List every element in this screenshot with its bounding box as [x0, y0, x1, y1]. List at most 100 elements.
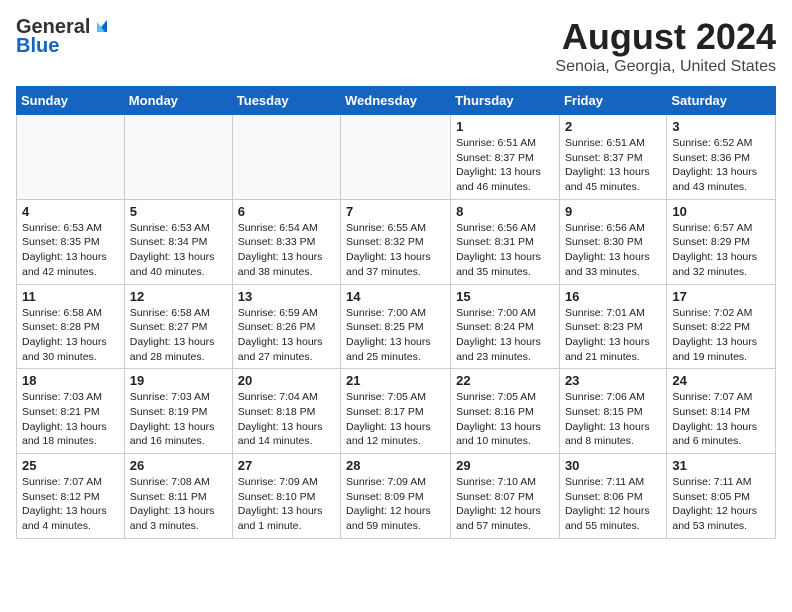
col-tuesday: Tuesday — [232, 87, 340, 115]
cell-content: Sunrise: 7:03 AM Sunset: 8:21 PM Dayligh… — [22, 390, 119, 449]
cell-content: Sunrise: 6:58 AM Sunset: 8:27 PM Dayligh… — [130, 306, 227, 365]
day-number: 20 — [238, 373, 335, 388]
day-number: 5 — [130, 204, 227, 219]
cell-content: Sunrise: 7:05 AM Sunset: 8:16 PM Dayligh… — [456, 390, 554, 449]
calendar-cell: 28 Sunrise: 7:09 AM Sunset: 8:09 PM Dayli… — [341, 454, 451, 539]
day-number: 15 — [456, 289, 554, 304]
week-row-2: 4Sunrise: 6:53 AM Sunset: 8:35 PM Daylig… — [17, 199, 776, 284]
cell-content: Sunrise: 7:07 AM Sunset: 8:12 PM Dayligh… — [22, 475, 119, 534]
calendar-cell: 8Sunrise: 6:56 AM Sunset: 8:31 PM Daylig… — [451, 199, 560, 284]
day-number: 25 — [22, 458, 119, 473]
title-area: August 2024 Senoia, Georgia, United Stat… — [555, 16, 776, 76]
day-number: 18 — [22, 373, 119, 388]
col-monday: Monday — [124, 87, 232, 115]
day-number: 30 — [565, 458, 661, 473]
day-number: 2 — [565, 119, 661, 134]
cell-content: Sunrise: 6:51 AM Sunset: 8:37 PM Dayligh… — [565, 136, 661, 195]
col-friday: Friday — [559, 87, 666, 115]
calendar-cell: 2 Sunrise: 6:51 AM Sunset: 8:37 PM Daylig… — [559, 115, 666, 200]
calendar-cell: 11 Sunrise: 6:58 AM Sunset: 8:28 PM Dayli… — [17, 284, 125, 369]
col-saturday: Saturday — [667, 87, 776, 115]
cell-content: Sunrise: 6:52 AM Sunset: 8:36 PM Dayligh… — [672, 136, 770, 195]
cell-content: Sunrise: 7:00 AM Sunset: 8:24 PM Dayligh… — [456, 306, 554, 365]
day-number: 12 — [130, 289, 227, 304]
day-number: 13 — [238, 289, 335, 304]
calendar-cell: 30Sunrise: 7:11 AM Sunset: 8:06 PM Dayli… — [559, 454, 666, 539]
calendar-cell: 14Sunrise: 7:00 AM Sunset: 8:25 PM Dayli… — [341, 284, 451, 369]
day-number: 26 — [130, 458, 227, 473]
col-sunday: Sunday — [17, 87, 125, 115]
cell-content: Sunrise: 7:02 AM Sunset: 8:22 PM Dayligh… — [672, 306, 770, 365]
calendar-cell: 26 Sunrise: 7:08 AM Sunset: 8:11 PM Dayli… — [124, 454, 232, 539]
calendar-cell: 21 Sunrise: 7:05 AM Sunset: 8:17 PM Dayli… — [341, 369, 451, 454]
cell-content: Sunrise: 7:04 AM Sunset: 8:18 PM Dayligh… — [238, 390, 335, 449]
day-number: 9 — [565, 204, 661, 219]
cell-content: Sunrise: 7:09 AM Sunset: 8:09 PM Dayligh… — [346, 475, 445, 534]
week-row-1: 1Sunrise: 6:51 AM Sunset: 8:37 PM Daylig… — [17, 115, 776, 200]
cell-content: Sunrise: 7:03 AM Sunset: 8:19 PM Dayligh… — [130, 390, 227, 449]
cell-content: Sunrise: 6:57 AM Sunset: 8:29 PM Dayligh… — [672, 221, 770, 280]
cell-content: Sunrise: 7:05 AM Sunset: 8:17 PM Dayligh… — [346, 390, 445, 449]
calendar-cell: 16 Sunrise: 7:01 AM Sunset: 8:23 PM Dayli… — [559, 284, 666, 369]
calendar-cell: 29 Sunrise: 7:10 AM Sunset: 8:07 PM Dayli… — [451, 454, 560, 539]
calendar-cell: 1Sunrise: 6:51 AM Sunset: 8:37 PM Daylig… — [451, 115, 560, 200]
cell-content: Sunrise: 6:59 AM Sunset: 8:26 PM Dayligh… — [238, 306, 335, 365]
calendar-cell — [17, 115, 125, 200]
calendar-cell: 23Sunrise: 7:06 AM Sunset: 8:15 PM Dayli… — [559, 369, 666, 454]
calendar-cell: 3Sunrise: 6:52 AM Sunset: 8:36 PM Daylig… — [667, 115, 776, 200]
day-number: 19 — [130, 373, 227, 388]
calendar-cell: 13 Sunrise: 6:59 AM Sunset: 8:26 PM Dayli… — [232, 284, 340, 369]
cell-content: Sunrise: 7:10 AM Sunset: 8:07 PM Dayligh… — [456, 475, 554, 534]
day-number: 27 — [238, 458, 335, 473]
page-subtitle: Senoia, Georgia, United States — [555, 58, 776, 76]
cell-content: Sunrise: 6:51 AM Sunset: 8:37 PM Dayligh… — [456, 136, 554, 195]
calendar-cell: 25 Sunrise: 7:07 AM Sunset: 8:12 PM Dayli… — [17, 454, 125, 539]
header: General Blue August 2024 Senoia, Georgia… — [16, 16, 776, 76]
cell-content: Sunrise: 7:08 AM Sunset: 8:11 PM Dayligh… — [130, 475, 227, 534]
calendar-cell: 10 Sunrise: 6:57 AM Sunset: 8:29 PM Dayli… — [667, 199, 776, 284]
cell-content: Sunrise: 6:54 AM Sunset: 8:33 PM Dayligh… — [238, 221, 335, 280]
week-row-4: 18 Sunrise: 7:03 AM Sunset: 8:21 PM Dayli… — [17, 369, 776, 454]
calendar-cell: 24Sunrise: 7:07 AM Sunset: 8:14 PM Dayli… — [667, 369, 776, 454]
cell-content: Sunrise: 7:07 AM Sunset: 8:14 PM Dayligh… — [672, 390, 770, 449]
calendar-cell: 19 Sunrise: 7:03 AM Sunset: 8:19 PM Dayli… — [124, 369, 232, 454]
logo: General Blue — [16, 16, 111, 58]
cell-content: Sunrise: 7:11 AM Sunset: 8:05 PM Dayligh… — [672, 475, 770, 534]
cell-content: Sunrise: 7:00 AM Sunset: 8:25 PM Dayligh… — [346, 306, 445, 365]
day-number: 22 — [456, 373, 554, 388]
day-number: 23 — [565, 373, 661, 388]
day-number: 6 — [238, 204, 335, 219]
cell-content: Sunrise: 7:09 AM Sunset: 8:10 PM Dayligh… — [238, 475, 335, 534]
cell-content: Sunrise: 7:01 AM Sunset: 8:23 PM Dayligh… — [565, 306, 661, 365]
day-number: 31 — [672, 458, 770, 473]
cell-content: Sunrise: 6:53 AM Sunset: 8:34 PM Dayligh… — [130, 221, 227, 280]
day-number: 11 — [22, 289, 119, 304]
logo-blue: Blue — [16, 35, 59, 58]
calendar-cell: 9 Sunrise: 6:56 AM Sunset: 8:30 PM Daylig… — [559, 199, 666, 284]
page-title: August 2024 — [555, 16, 776, 58]
calendar-cell — [341, 115, 451, 200]
cell-content: Sunrise: 6:56 AM Sunset: 8:31 PM Dayligh… — [456, 221, 554, 280]
day-number: 17 — [672, 289, 770, 304]
day-number: 7 — [346, 204, 445, 219]
cell-content: Sunrise: 6:56 AM Sunset: 8:30 PM Dayligh… — [565, 221, 661, 280]
day-number: 16 — [565, 289, 661, 304]
calendar-cell: 6 Sunrise: 6:54 AM Sunset: 8:33 PM Daylig… — [232, 199, 340, 284]
calendar-cell: 31 Sunrise: 7:11 AM Sunset: 8:05 PM Dayli… — [667, 454, 776, 539]
calendar-cell: 22 Sunrise: 7:05 AM Sunset: 8:16 PM Dayli… — [451, 369, 560, 454]
cell-content: Sunrise: 6:58 AM Sunset: 8:28 PM Dayligh… — [22, 306, 119, 365]
day-number: 21 — [346, 373, 445, 388]
col-thursday: Thursday — [451, 87, 560, 115]
calendar-cell: 20 Sunrise: 7:04 AM Sunset: 8:18 PM Dayli… — [232, 369, 340, 454]
calendar-cell: 15 Sunrise: 7:00 AM Sunset: 8:24 PM Dayli… — [451, 284, 560, 369]
calendar-cell: 5 Sunrise: 6:53 AM Sunset: 8:34 PM Daylig… — [124, 199, 232, 284]
col-wednesday: Wednesday — [341, 87, 451, 115]
day-number: 29 — [456, 458, 554, 473]
calendar-cell — [232, 115, 340, 200]
day-number: 28 — [346, 458, 445, 473]
calendar-cell: 7Sunrise: 6:55 AM Sunset: 8:32 PM Daylig… — [341, 199, 451, 284]
day-number: 10 — [672, 204, 770, 219]
cell-content: Sunrise: 6:53 AM Sunset: 8:35 PM Dayligh… — [22, 221, 119, 280]
calendar-header-row: Sunday Monday Tuesday Wednesday Thursday… — [17, 87, 776, 115]
week-row-5: 25 Sunrise: 7:07 AM Sunset: 8:12 PM Dayli… — [17, 454, 776, 539]
